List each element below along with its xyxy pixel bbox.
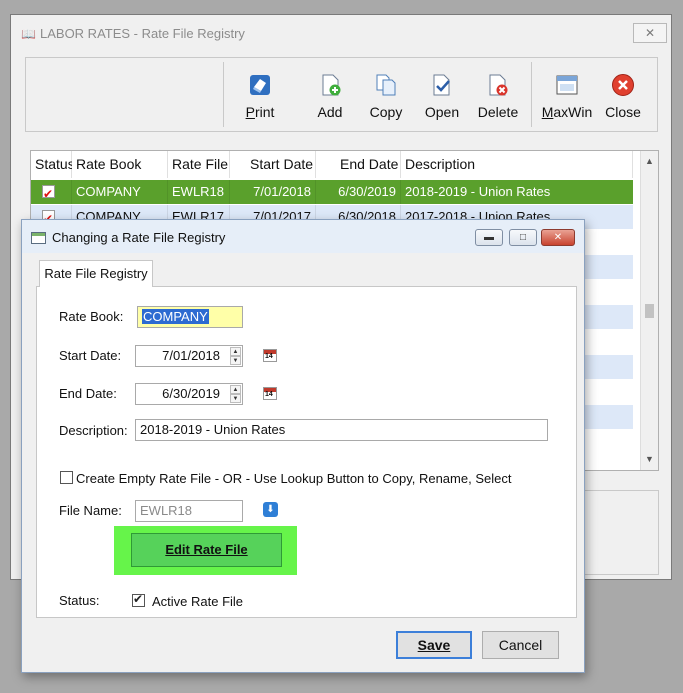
main-window-title: LABOR RATES - Rate File Registry	[40, 26, 245, 41]
scroll-thumb[interactable]	[645, 304, 654, 318]
end-date-cell: 6/30/2019	[316, 180, 401, 204]
toolbar: Print Add Copy Open Delete MaxWin Close	[25, 57, 658, 132]
print-button[interactable]: Print	[232, 68, 288, 126]
create-empty-checkbox[interactable]	[60, 471, 73, 484]
active-rate-file-label: Active Rate File	[152, 594, 244, 609]
column-header-end-date[interactable]: End Date	[316, 151, 401, 178]
close-button-label: Close	[605, 104, 641, 120]
status-checkbox-cell[interactable]	[31, 180, 72, 204]
create-empty-label: Create Empty Rate File - OR - Use Lookup…	[76, 471, 512, 486]
scroll-down-arrow-icon[interactable]: ▼	[641, 451, 658, 467]
active-rate-file-checkbox[interactable]	[132, 592, 145, 607]
edit-rate-file-label: Edit Rate File	[165, 542, 248, 557]
delete-button-label: Delete	[477, 104, 519, 120]
description-label: Description:	[59, 423, 128, 438]
add-button-label: Add	[317, 104, 343, 120]
column-header-rate-book[interactable]: Rate Book	[72, 151, 168, 178]
maximize-window-icon	[556, 75, 578, 95]
end-date-label: End Date:	[59, 386, 117, 401]
description-cell: 2018-2019 - Union Rates	[405, 184, 551, 199]
maxwin-button-label: MaxWin	[541, 104, 593, 120]
lookup-arrow-icon[interactable]: ⬇	[263, 502, 278, 517]
description-field[interactable]: 2018-2019 - Union Rates	[135, 419, 548, 441]
lower-panel	[582, 490, 659, 575]
end-date-value: 6/30/2019	[162, 386, 220, 401]
column-header-status[interactable]: Status	[31, 151, 75, 178]
dialog-close-button[interactable]: ✕	[541, 229, 575, 246]
add-button[interactable]: Add	[302, 68, 358, 126]
copy-icon	[376, 74, 396, 96]
start-date-label: Start Date:	[59, 348, 122, 363]
open-document-icon	[433, 74, 450, 96]
window-icon	[31, 232, 46, 244]
rate-book-field[interactable]: COMPANY	[137, 306, 243, 328]
book-icon: 📖	[21, 27, 36, 41]
main-close-button[interactable]: ✕	[633, 23, 667, 43]
column-header-rate-file[interactable]: Rate File	[168, 151, 230, 178]
start-date-cell: 7/01/2018	[230, 180, 316, 204]
tab-rate-file-registry[interactable]: Rate File Registry	[39, 260, 153, 287]
delete-document-icon	[489, 74, 508, 96]
grid-vertical-scrollbar[interactable]: ▲ ▼	[640, 151, 658, 470]
main-titlebar: 📖 LABOR RATES - Rate File Registry ✕	[11, 15, 671, 49]
rate-book-label: Rate Book:	[59, 309, 124, 324]
toolbar-separator	[223, 62, 224, 127]
rate-book-cell: COMPANY	[72, 180, 168, 204]
delete-button[interactable]: Delete	[470, 68, 526, 126]
calendar-icon[interactable]: 14	[263, 387, 277, 400]
status-checkbox[interactable]	[42, 182, 55, 204]
close-button[interactable]: Close	[595, 68, 651, 126]
copy-button[interactable]: Copy	[358, 68, 414, 126]
maxwin-button[interactable]: MaxWin	[539, 68, 595, 126]
restore-button[interactable]: □	[509, 229, 537, 246]
end-date-spinner[interactable]: ▲ ▼	[230, 385, 241, 403]
dialog-titlebar: Changing a Rate File Registry ▬ □ ✕	[22, 220, 584, 253]
print-icon	[250, 75, 270, 95]
minimize-button[interactable]: ▬	[475, 229, 503, 246]
spin-up-icon[interactable]: ▲	[230, 347, 241, 356]
file-name-field[interactable]: EWLR18	[135, 500, 243, 522]
calendar-icon[interactable]: 14	[263, 349, 277, 362]
spin-down-icon[interactable]: ▼	[230, 356, 241, 365]
start-date-field[interactable]: 7/01/2018 ▲ ▼	[135, 345, 243, 367]
rate-file-cell: EWLR18	[168, 180, 230, 204]
column-header-description[interactable]: Description	[401, 151, 633, 178]
file-name-label: File Name:	[59, 503, 122, 518]
scroll-up-arrow-icon[interactable]: ▲	[641, 153, 658, 169]
spin-down-icon[interactable]: ▼	[230, 394, 241, 403]
edit-rate-file-button[interactable]: Edit Rate File	[131, 533, 282, 567]
change-registry-dialog: Changing a Rate File Registry ▬ □ ✕ Rate…	[21, 219, 585, 673]
spin-up-icon[interactable]: ▲	[230, 385, 241, 394]
start-date-value: 7/01/2018	[162, 348, 220, 363]
status-label: Status:	[59, 593, 100, 608]
table-row[interactable]: COMPANY EWLR18 7/01/2018 6/30/2019 2018-…	[31, 180, 633, 204]
add-document-icon	[322, 74, 341, 96]
save-button-label: Save	[417, 637, 451, 653]
open-button-label: Open	[424, 104, 460, 120]
rate-book-value: COMPANY	[142, 309, 209, 324]
save-button[interactable]: Save	[396, 631, 472, 659]
dialog-title: Changing a Rate File Registry	[52, 230, 226, 245]
column-header-start-date[interactable]: Start Date	[230, 151, 316, 178]
end-date-field[interactable]: 6/30/2019 ▲ ▼	[135, 383, 243, 405]
print-button-label: Print	[245, 104, 275, 120]
cancel-button[interactable]: Cancel	[482, 631, 559, 659]
close-icon	[612, 74, 634, 96]
calendar-day: 14	[265, 353, 273, 360]
copy-button-label: Copy	[369, 104, 403, 120]
start-date-spinner[interactable]: ▲ ▼	[230, 347, 241, 365]
toolbar-separator	[531, 62, 532, 127]
open-button[interactable]: Open	[414, 68, 470, 126]
calendar-day: 14	[265, 391, 273, 398]
